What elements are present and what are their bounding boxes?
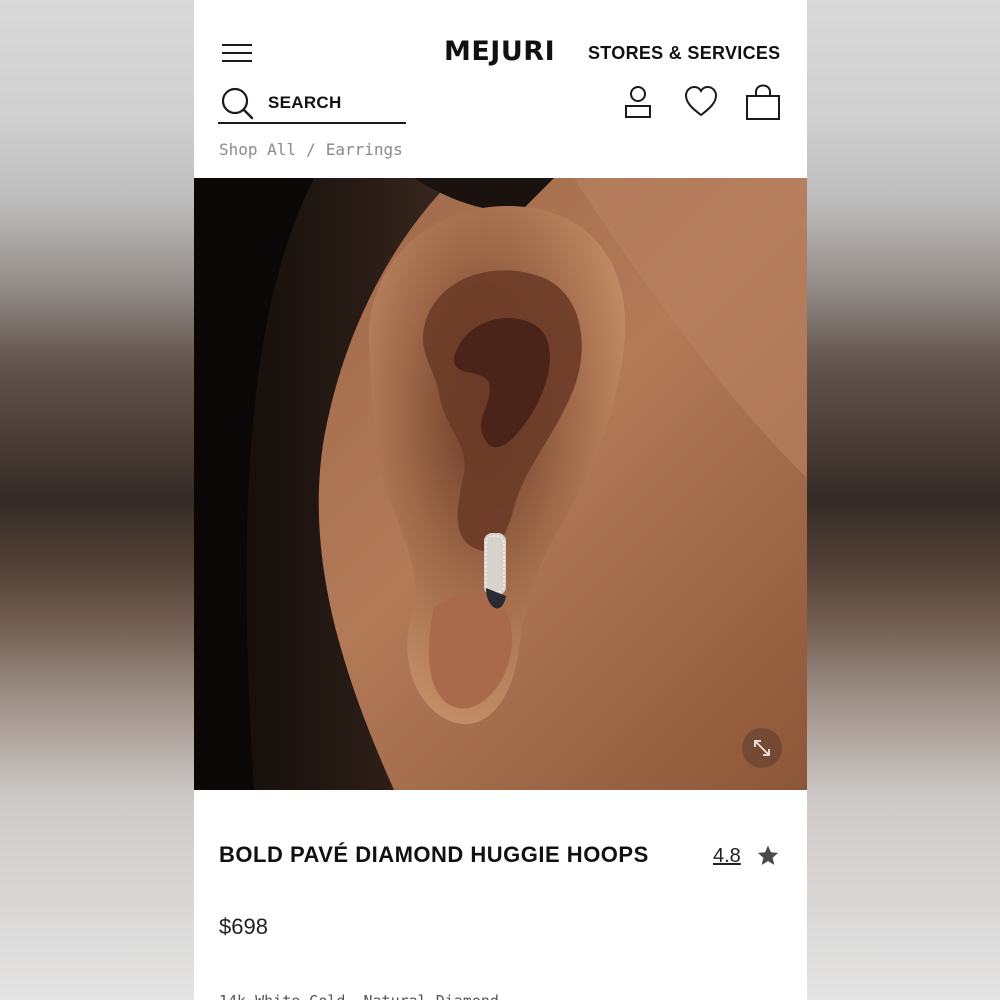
breadcrumb-item-earrings[interactable]: Earrings [326,140,403,159]
breadcrumb-separator: / [306,140,316,159]
product-description: 14k White Gold, Natural Diamond [219,992,499,1000]
mobile-product-page: MEJURI STORES & SERVICES SEARCH Shop All… [194,0,807,1000]
earring [484,533,506,609]
shopping-bag-icon[interactable] [744,84,782,122]
search-label: SEARCH [268,93,342,112]
account-icon[interactable] [622,84,654,120]
ear-photo [194,178,807,790]
menu-icon[interactable] [222,42,252,64]
expand-arrows-icon [754,740,770,756]
breadcrumb: Shop All / Earrings [219,140,403,159]
product-title: BOLD PAVÉ DIAMOND HUGGIE HOOPS [219,842,649,867]
breadcrumb-item-shop-all[interactable]: Shop All [219,140,296,159]
product-rating[interactable]: 4.8 [713,845,741,868]
search-icon [221,87,254,120]
wishlist-heart-icon[interactable] [683,84,719,120]
stores-services-link[interactable]: STORES & SERVICES [588,43,781,64]
expand-image-button[interactable] [742,728,782,768]
search-bar[interactable]: SEARCH [218,86,406,124]
brand-logo[interactable]: MEJURI [444,36,555,67]
product-image[interactable] [194,178,807,790]
star-icon [757,845,779,865]
product-price: $698 [219,914,268,939]
